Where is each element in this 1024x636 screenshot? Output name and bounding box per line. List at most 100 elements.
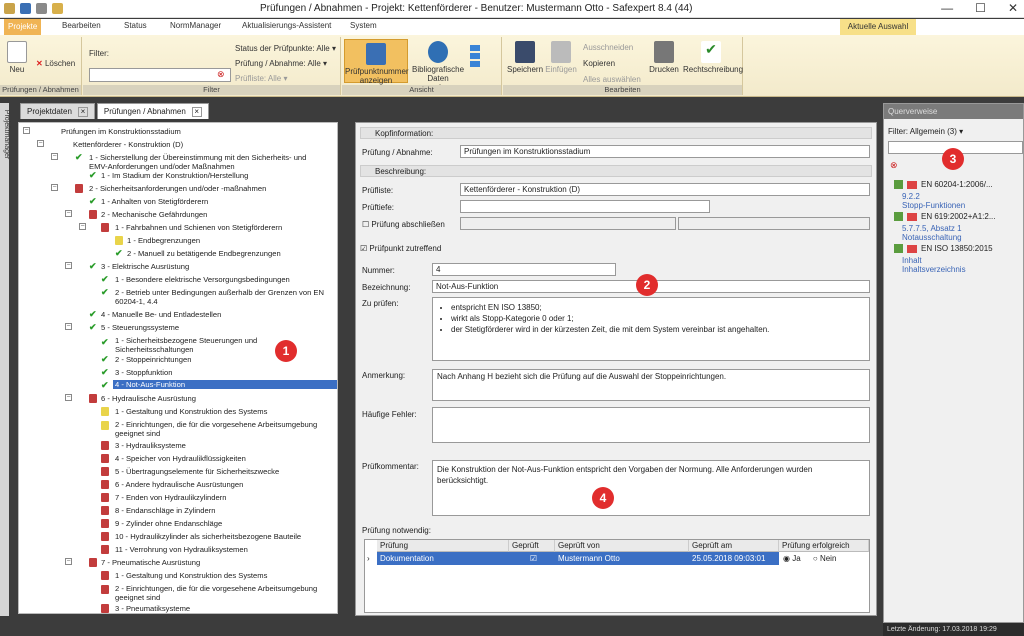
tab-normmanager[interactable]: NormManager bbox=[170, 21, 221, 30]
minimize-button[interactable]: — bbox=[941, 1, 953, 15]
tree-item[interactable]: 5 - Übertragungselemente für Sicherheits… bbox=[115, 467, 279, 476]
tree-item-selected[interactable]: 4 - Not-Aus-Funktion bbox=[113, 380, 337, 389]
close-tab-icon[interactable]: × bbox=[191, 106, 202, 117]
pruefung-abschliessen-checkbox[interactable]: ☐ Prüfung abschließen bbox=[362, 220, 445, 229]
collapse-toggle[interactable]: − bbox=[65, 394, 72, 401]
tree-item[interactable]: 1 - Anhalten von Stetigförderern bbox=[101, 197, 208, 206]
xref-item[interactable]: EN 619:2002+A1:2... bbox=[894, 212, 996, 222]
zu-pruefen-field[interactable]: entspricht EN ISO 13850; wirkt als Stopp… bbox=[432, 297, 870, 361]
tree-item[interactable]: 1 - Fahrbahnen und Schienen von Stetigfö… bbox=[115, 223, 282, 232]
collapse-toggle[interactable]: − bbox=[65, 558, 72, 565]
maximize-button[interactable]: ☐ bbox=[975, 1, 986, 15]
tree-item[interactable]: 8 - Endanschläge in Zylindern bbox=[115, 506, 215, 515]
tab-aktuelle-auswahl[interactable]: Aktuelle Auswahl bbox=[840, 19, 916, 35]
filter-input[interactable] bbox=[89, 68, 231, 82]
tree-item[interactable]: 6 - Hydraulische Ausrüstung bbox=[101, 394, 196, 403]
xref-desc[interactable]: Notausschaltung bbox=[902, 233, 962, 242]
tree-item[interactable]: 2 - Einrichtungen, die für die vorgesehe… bbox=[115, 584, 327, 602]
pruefpunktnummer-button[interactable]: Prüfpunktnummer anzeigen bbox=[344, 39, 409, 85]
tree-item[interactable]: 2 - Einrichtungen, die für die vorgesehe… bbox=[115, 420, 327, 438]
collapse-toggle[interactable]: − bbox=[23, 127, 30, 134]
tree-item[interactable]: 1 - Gestaltung und Konstruktion des Syst… bbox=[115, 571, 267, 580]
tree-item[interactable]: 10 - Hydraulikzylinder als sicherheitsbe… bbox=[115, 532, 301, 541]
grid-header[interactable]: Geprüft bbox=[509, 540, 555, 552]
drucken-button[interactable]: Drucken bbox=[649, 41, 679, 74]
collapse-toggle[interactable]: − bbox=[79, 223, 86, 230]
radio-ja[interactable]: ◉ Ja bbox=[783, 554, 801, 563]
tree-item[interactable]: 3 - Stoppfunktion bbox=[115, 368, 172, 377]
loeschen-button[interactable]: ✕ Löschen bbox=[36, 59, 75, 68]
clear-filter-icon[interactable]: ⊗ bbox=[890, 160, 898, 171]
rechtschreibung-button[interactable]: ✔ Rechtschreibung bbox=[683, 41, 743, 74]
tab-bearbeiten[interactable]: Bearbeiten bbox=[62, 21, 101, 30]
prueftiefe-field[interactable] bbox=[460, 200, 710, 213]
tree-item[interactable]: 7 - Enden von Hydraulikzylindern bbox=[115, 493, 226, 502]
alles-auswaehlen-button[interactable]: Alles auswählen bbox=[583, 75, 641, 84]
tab-aktualisierungs-assistent[interactable]: Aktualisierungs-Assistent bbox=[242, 21, 331, 30]
folder-quick-icon[interactable] bbox=[52, 3, 63, 14]
close-tab-icon[interactable]: × bbox=[77, 106, 88, 117]
nummer-field[interactable]: 4 bbox=[432, 263, 616, 276]
tree-item[interactable]: 4 - Manuelle Be- und Entladestellen bbox=[101, 310, 221, 319]
tab-projekte[interactable]: Projekte bbox=[4, 19, 42, 35]
tree-item[interactable]: 9 - Zylinder ohne Endanschläge bbox=[115, 519, 222, 528]
tree-item[interactable]: 1 - Sicherheitsbezogene Steuerungen und … bbox=[115, 336, 265, 354]
tree-item[interactable]: 3 - Hydrauliksysteme bbox=[115, 441, 186, 450]
grid-header[interactable]: Geprüft am bbox=[689, 540, 779, 552]
tree-item[interactable]: 11 - Verrohrung von Hydrauliksystemen bbox=[115, 545, 248, 554]
status-filter-dropdown[interactable]: Status der Prüfpunkte: Alle ▾ bbox=[235, 44, 336, 53]
grid-cell-geprueft-am[interactable]: 25.05.2018 09:03:01 bbox=[689, 552, 779, 565]
pruefliste-filter-dropdown[interactable]: Prüfliste: Alle ▾ bbox=[235, 74, 287, 83]
tree-item[interactable]: Kettenförderer - Konstruktion (D) bbox=[73, 140, 183, 149]
pruefliste-field[interactable]: Kettenförderer - Konstruktion (D) bbox=[460, 183, 870, 196]
doc-tab-pruefungen[interactable]: Prüfungen / Abnahmen × bbox=[96, 103, 209, 119]
grid-header[interactable]: Prüfung bbox=[377, 540, 509, 552]
expand-collapse-icons[interactable] bbox=[470, 43, 498, 81]
grid-cell-geprueft-von[interactable]: Mustermann Otto bbox=[555, 552, 689, 565]
xref-desc[interactable]: Stopp-Funktionen bbox=[902, 201, 965, 210]
pruefkommentar-field[interactable]: Die Konstruktion der Not-Aus-Funktion en… bbox=[432, 460, 870, 516]
tree-item[interactable]: 5 - Steuerungssysteme bbox=[101, 323, 179, 332]
collapse-toggle[interactable]: − bbox=[51, 184, 58, 191]
grid-header[interactable]: Geprüft von bbox=[555, 540, 689, 552]
tree-item[interactable]: 2 - Stoppeinrichtungen bbox=[115, 355, 191, 364]
tree-item[interactable]: 1 - Im Stadium der Konstruktion/Herstell… bbox=[101, 171, 248, 180]
grid-cell-pruefung[interactable]: Dokumentation bbox=[377, 552, 509, 565]
tree-item[interactable]: 2 - Mechanische Gefährdungen bbox=[101, 210, 207, 219]
collapse-toggle[interactable]: − bbox=[65, 210, 72, 217]
xref-desc[interactable]: Inhaltsverzeichnis bbox=[902, 265, 966, 274]
kopieren-button[interactable]: Kopieren bbox=[583, 59, 615, 68]
xref-clause[interactable]: 9.2.2 bbox=[902, 192, 920, 201]
app-icon[interactable] bbox=[4, 3, 15, 14]
tree-item[interactable]: 3 - Elektrische Ausrüstung bbox=[101, 262, 189, 271]
tree-item[interactable]: 2 - Manuell zu betätigende Endbegrenzung… bbox=[127, 249, 281, 258]
grid-header[interactable]: Prüfung erfolgreich bbox=[779, 540, 869, 552]
haeufige-fehler-field[interactable] bbox=[432, 407, 870, 443]
save-quick-icon[interactable] bbox=[20, 3, 31, 14]
tree-item[interactable]: 2 - Betrieb unter Bedingungen außerhalb … bbox=[115, 288, 325, 306]
tree-item[interactable]: 1 - Sicherstellung der Übereinstimmung m… bbox=[89, 153, 309, 171]
pruefung-abnahme-select[interactable]: Prüfungen im Konstruktionsstadium bbox=[460, 145, 870, 158]
pruefpunkt-zutreffend-checkbox[interactable]: ☑ Prüfpunkt zutreffend bbox=[360, 244, 441, 253]
tab-system[interactable]: System bbox=[350, 21, 377, 30]
kopfinformation-header[interactable]: Kopfinformation: bbox=[360, 127, 872, 139]
radio-nein[interactable]: ○ Nein bbox=[813, 554, 837, 563]
anmerkung-field[interactable]: Nach Anhang H bezieht sich die Prüfung a… bbox=[432, 369, 870, 401]
projektmanager-sidebar-tab[interactable]: Projektmanager bbox=[0, 103, 10, 616]
beschreibung-header[interactable]: Beschreibung: bbox=[360, 165, 872, 177]
neu-button[interactable]: Neu bbox=[4, 41, 30, 74]
collapse-toggle[interactable]: − bbox=[65, 262, 72, 269]
tree-item[interactable]: 1 - Gestaltung und Konstruktion des Syst… bbox=[115, 407, 267, 416]
tab-status[interactable]: Status bbox=[124, 21, 147, 30]
tree-item[interactable]: 1 - Endbegrenzungen bbox=[127, 236, 200, 245]
collapse-toggle[interactable]: − bbox=[37, 140, 44, 147]
pruefung-filter-dropdown[interactable]: Prüfung / Abnahme: Alle ▾ bbox=[235, 59, 327, 68]
close-button[interactable]: ✕ bbox=[1008, 1, 1018, 15]
filter-dropdown[interactable]: Filter: Allgemein (3) ▾ bbox=[888, 127, 963, 136]
tree-item[interactable]: 6 - Andere hydraulische Ausrüstungen bbox=[115, 480, 243, 489]
print-quick-icon[interactable] bbox=[36, 3, 47, 14]
xref-item[interactable]: EN 60204-1:2006/... bbox=[894, 180, 993, 190]
tree-item[interactable]: 3 - Pneumatiksysteme bbox=[115, 604, 190, 613]
collapse-toggle[interactable]: − bbox=[51, 153, 58, 160]
tree-item[interactable]: Prüfungen im Konstruktionsstadium bbox=[61, 127, 181, 136]
